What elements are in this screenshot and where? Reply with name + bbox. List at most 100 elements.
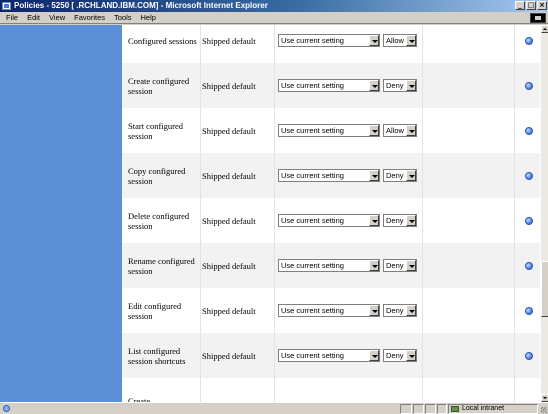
menu-file[interactable]: File <box>6 13 18 22</box>
dropdown-arrow-icon[interactable] <box>369 305 379 316</box>
permission-select-value: Deny <box>386 216 404 225</box>
menu-help[interactable]: Help <box>141 13 156 22</box>
permission-select-value: Deny <box>386 171 404 180</box>
scroll-up-arrow[interactable] <box>541 25 548 33</box>
dropdown-arrow-icon[interactable] <box>406 215 416 226</box>
info-icon[interactable] <box>525 171 533 180</box>
scroll-down-arrow[interactable] <box>541 394 548 402</box>
permission-select[interactable]: Deny <box>383 349 417 362</box>
dropdown-arrow-icon[interactable] <box>369 125 379 136</box>
policy-name: List configured session shortcuts <box>128 345 186 366</box>
setting-select[interactable]: Use current setting <box>278 79 380 92</box>
permission-select[interactable]: Deny <box>383 169 417 182</box>
column-divider <box>514 25 515 402</box>
dropdown-arrow-icon[interactable] <box>406 260 416 271</box>
policy-status: Shipped default <box>202 215 256 226</box>
status-pane <box>425 404 436 414</box>
policy-name: Copy configured session <box>128 165 186 186</box>
permission-select-value: Deny <box>386 261 404 270</box>
info-icon[interactable] <box>525 126 533 135</box>
dropdown-arrow-icon[interactable] <box>369 350 379 361</box>
info-icon[interactable] <box>525 261 533 270</box>
permission-select-value: Deny <box>386 81 404 90</box>
window-controls: _ □ × <box>515 1 547 10</box>
dropdown-arrow-icon[interactable] <box>406 305 416 316</box>
menu-edit[interactable]: Edit <box>27 13 40 22</box>
policy-status: Shipped default <box>202 305 256 316</box>
setting-select[interactable]: Use current setting <box>278 124 380 137</box>
setting-select[interactable]: Use current setting <box>278 169 380 182</box>
policy-row: Configured sessions Shipped default Use cu… <box>122 25 540 63</box>
left-navigation-panel <box>0 25 122 402</box>
policy-row: Rename configured session Shipped default… <box>122 243 540 288</box>
policy-status: Shipped default <box>202 35 256 46</box>
window-titlebar: Policies - 5250 [ .RCHLAND.IBM.COM] - Mi… <box>0 0 548 12</box>
dropdown-arrow-icon[interactable] <box>406 350 416 361</box>
policy-row: Create <box>122 378 540 403</box>
permission-select[interactable]: Deny <box>383 259 417 272</box>
info-icon[interactable] <box>525 36 533 45</box>
menu-favorites[interactable]: Favorites <box>74 13 105 22</box>
security-zone-label: Local intranet <box>462 405 505 412</box>
policy-row: Create configured session Shipped default… <box>122 63 540 108</box>
permission-select-value: Allow <box>386 126 404 135</box>
setting-select[interactable]: Use current setting <box>278 34 380 47</box>
policy-row: Copy configured session Shipped default Us… <box>122 153 540 198</box>
vertical-scrollbar[interactable] <box>540 25 548 402</box>
status-pane <box>400 404 412 414</box>
dropdown-arrow-icon[interactable] <box>406 125 416 136</box>
permission-select[interactable]: Allow <box>383 34 417 47</box>
setting-select[interactable]: Use current setting <box>278 214 380 227</box>
setting-select-value: Use current setting <box>281 261 344 270</box>
policy-status: Shipped default <box>202 125 256 136</box>
status-bar: Local intranet <box>0 402 548 414</box>
setting-select-value: Use current setting <box>281 36 344 45</box>
setting-select-value: Use current setting <box>281 351 344 360</box>
policy-status: Shipped default <box>202 170 256 181</box>
dropdown-arrow-icon[interactable] <box>369 80 379 91</box>
column-divider <box>200 25 201 402</box>
setting-select[interactable]: Use current setting <box>278 259 380 272</box>
policy-name: Rename configured session <box>128 255 195 276</box>
dropdown-arrow-icon[interactable] <box>369 170 379 181</box>
info-icon[interactable] <box>525 216 533 225</box>
setting-select[interactable]: Use current setting <box>278 349 380 362</box>
policy-status: Shipped default <box>202 350 256 361</box>
close-button[interactable]: × <box>537 1 547 10</box>
window-title: Policies - 5250 [ .RCHLAND.IBM.COM] - Mi… <box>14 1 268 10</box>
policy-name: Start configured session <box>128 120 183 141</box>
setting-select-value: Use current setting <box>281 216 344 225</box>
policy-name: Create configured session <box>128 75 190 96</box>
info-icon[interactable] <box>525 306 533 315</box>
permission-select-value: Deny <box>386 306 404 315</box>
resize-grip[interactable] <box>541 407 547 413</box>
setting-select[interactable]: Use current setting <box>278 304 380 317</box>
dropdown-arrow-icon[interactable] <box>369 260 379 271</box>
menu-view[interactable]: View <box>49 13 65 22</box>
permission-select[interactable]: Deny <box>383 214 417 227</box>
permission-select[interactable]: Deny <box>383 79 417 92</box>
dropdown-arrow-icon[interactable] <box>406 35 416 46</box>
scroll-thumb[interactable] <box>541 261 548 317</box>
policy-row: List configured session shortcuts Shipped… <box>122 333 540 378</box>
internet-explorer-icon <box>2 2 11 10</box>
policy-status: Shipped default <box>202 260 256 271</box>
permission-select[interactable]: Allow <box>383 124 417 137</box>
policy-name: Delete configured session <box>128 210 190 231</box>
info-icon[interactable] <box>525 351 533 360</box>
minimize-button[interactable]: _ <box>515 1 525 10</box>
permission-select-value: Allow <box>386 36 404 45</box>
maximize-button[interactable]: □ <box>526 1 536 10</box>
menu-tools[interactable]: Tools <box>114 13 132 22</box>
policy-name: Edit configured session <box>128 300 182 321</box>
page-status-icon <box>3 405 10 412</box>
column-divider <box>274 25 275 402</box>
dropdown-arrow-icon[interactable] <box>369 35 379 46</box>
permission-select[interactable]: Deny <box>383 304 417 317</box>
dropdown-arrow-icon[interactable] <box>406 80 416 91</box>
dropdown-arrow-icon[interactable] <box>369 215 379 226</box>
policy-row: Edit configured session Shipped default Us… <box>122 288 540 333</box>
menu-bar: File Edit View Favorites Tools Help <box>0 12 548 24</box>
info-icon[interactable] <box>525 81 533 90</box>
dropdown-arrow-icon[interactable] <box>406 170 416 181</box>
